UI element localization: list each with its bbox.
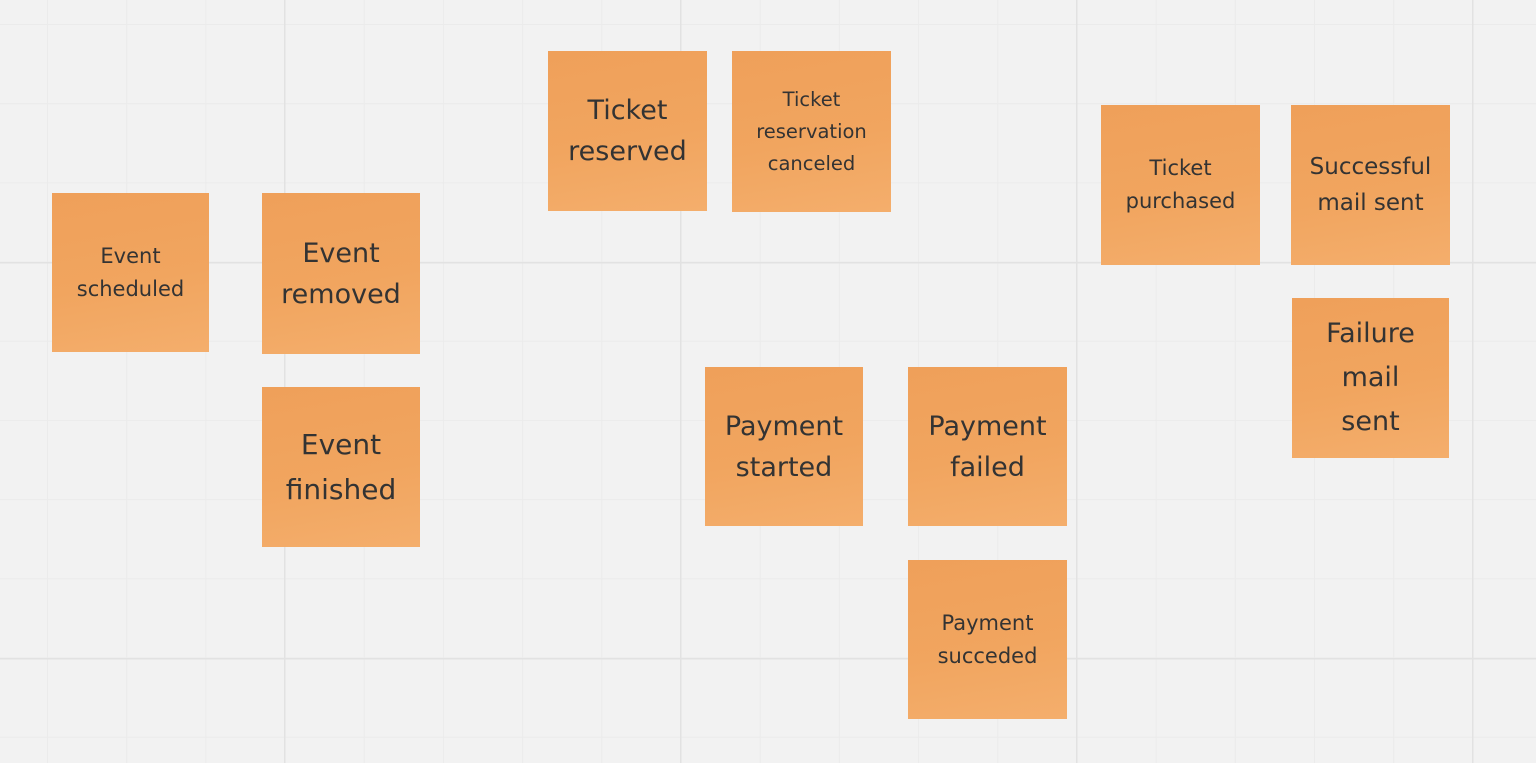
sticky-note-text: Payment failed [928, 410, 1047, 483]
whiteboard-canvas[interactable]: Event scheduled Event removed Event fini… [0, 0, 1536, 763]
sticky-note-failure-mail-sent[interactable]: Failure mail sent [1292, 298, 1449, 458]
sticky-note-ticket-purchased[interactable]: Ticket purchased [1101, 105, 1260, 265]
sticky-note-text: Ticket purchased [1125, 156, 1236, 213]
sticky-note-payment-started[interactable]: Payment started [705, 367, 863, 526]
sticky-note-text: Failure mail sent [1326, 318, 1415, 437]
sticky-note-text: Ticket reservation canceled [756, 87, 867, 175]
sticky-note-event-finished[interactable]: Event finished [262, 387, 420, 547]
sticky-note-event-scheduled[interactable]: Event scheduled [52, 193, 209, 352]
sticky-note-ticket-reserved[interactable]: Ticket reserved [548, 51, 707, 211]
sticky-note-text: Successful mail sent [1309, 154, 1432, 216]
sticky-note-text: Ticket reserved [568, 95, 687, 167]
sticky-note-payment-failed[interactable]: Payment failed [908, 367, 1067, 526]
sticky-note-payment-succeeded[interactable]: Payment succeded [908, 560, 1067, 719]
sticky-note-text: Payment started [724, 410, 844, 483]
sticky-note-text: Event scheduled [76, 243, 185, 301]
sticky-note-text: Event removed [281, 237, 401, 310]
sticky-note-successful-mail-sent[interactable]: Successful mail sent [1291, 105, 1450, 265]
sticky-note-text: Payment succeded [937, 610, 1038, 668]
sticky-note-event-removed[interactable]: Event removed [262, 193, 420, 354]
sticky-note-ticket-reservation-canceled[interactable]: Ticket reservation canceled [732, 51, 891, 212]
sticky-note-text: Event finished [285, 428, 397, 506]
